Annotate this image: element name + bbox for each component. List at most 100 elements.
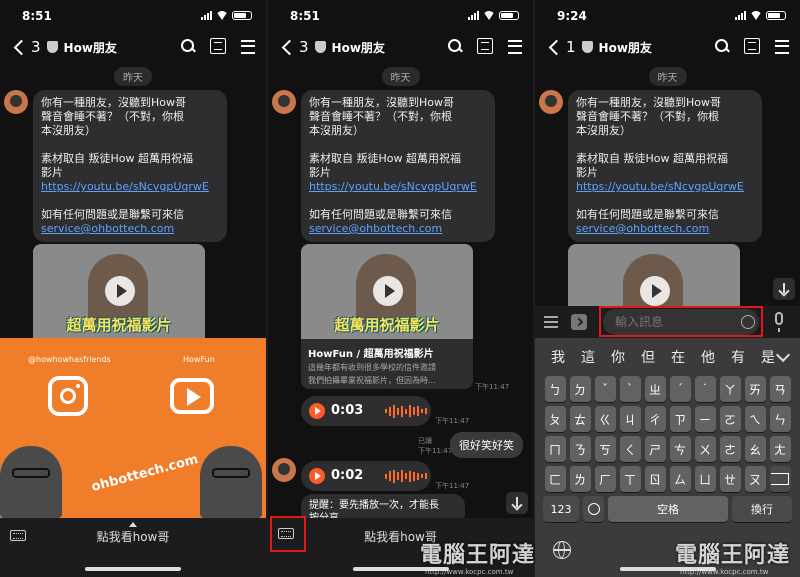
scroll-down-button[interactable] [773,278,795,300]
key[interactable]: ㄣ [769,406,791,432]
scroll-down-button[interactable] [506,492,528,514]
candidate-word[interactable]: 我 [543,347,573,367]
key[interactable]: ㄘ [669,436,691,462]
key[interactable]: ㄋ [569,436,591,462]
back-button[interactable]: 3 How朋友 [12,38,117,56]
key[interactable]: ㄈ [544,466,566,492]
key[interactable]: ㄓ [644,376,666,402]
video-thumbnail[interactable] [568,244,740,306]
message-bubble[interactable]: 你有一種朋友，沒聽到How哥 聲音會睡不著？（不對，你根 本沒朋友） 素材取自 … [568,90,762,242]
my-message-bubble[interactable]: 很好笑好笑 [450,432,523,458]
expand-arrow-icon[interactable] [571,314,587,330]
menu-icon[interactable] [774,38,790,54]
key[interactable]: ㄚ [719,376,741,402]
microphone-icon[interactable] [775,312,783,332]
play-icon[interactable] [309,403,325,419]
email-link[interactable]: service@ohbottech.com [41,222,219,236]
key[interactable]: ㄐ [619,406,641,432]
return-key[interactable]: 換行 [732,496,792,522]
key[interactable]: ㄖ [644,466,666,492]
avatar[interactable] [4,90,28,114]
key[interactable]: ㄏ [594,466,616,492]
candidate-word[interactable]: 但 [633,347,663,367]
delete-key[interactable] [769,466,791,492]
key[interactable]: ㄝ [719,466,741,492]
email-link[interactable]: service@ohbottech.com [309,222,487,236]
key[interactable]: ㄌ [569,466,591,492]
candidate-word[interactable]: 有 [723,347,753,367]
youtube-icon[interactable] [170,378,214,414]
space-key[interactable]: 空格 [608,496,728,522]
key[interactable]: ㄞ [744,376,766,402]
key[interactable]: ㄡ [744,466,766,492]
key[interactable]: ㄍ [594,406,616,432]
youtube-link[interactable]: https://youtu.be/sNcvgpUqrwE [41,180,219,194]
search-icon[interactable] [180,38,196,54]
key[interactable]: ˙ [694,376,716,402]
play-icon[interactable] [373,276,403,306]
video-thumbnail[interactable]: 超萬用祝福影片 [301,244,473,339]
globe-icon[interactable] [553,541,571,559]
key[interactable]: ㄕ [644,436,666,462]
rich-menu-toggle[interactable]: 點我看how哥 [0,522,266,545]
key[interactable]: ㄎ [594,436,616,462]
key[interactable]: ㄅ [544,376,566,402]
key[interactable]: ㄟ [744,406,766,432]
avatar[interactable] [539,90,563,114]
link-preview-card[interactable]: HowFun / 超萬用祝福影片 這幾年都有收到很多學校的信件邀請 我們拍攝畢業… [301,339,473,389]
search-icon[interactable] [447,38,463,54]
instagram-icon[interactable] [48,376,88,416]
key[interactable]: ㄢ [769,376,791,402]
key[interactable]: ㄩ [694,466,716,492]
candidate-word[interactable]: 在 [663,347,693,367]
key[interactable]: ㄊ [569,406,591,432]
key[interactable]: ㄙ [669,466,691,492]
key[interactable]: ˊ [669,376,691,402]
key[interactable]: ㄒ [619,466,641,492]
youtube-link[interactable]: https://youtu.be/sNcvgpUqrwE [576,180,754,194]
youtube-link[interactable]: https://youtu.be/sNcvgpUqrwE [309,180,487,194]
key[interactable]: ㄠ [744,436,766,462]
key[interactable]: ㄑ [619,436,641,462]
avatar[interactable] [272,458,296,482]
key[interactable]: ˋ [619,376,641,402]
notes-icon[interactable] [210,38,226,54]
search-icon[interactable] [714,38,730,54]
back-button[interactable]: 1 How朋友 [547,38,652,56]
menu-icon[interactable] [240,38,256,54]
key[interactable]: ㄔ [644,406,666,432]
notes-icon[interactable] [744,38,760,54]
key[interactable]: ㄗ [669,406,691,432]
back-button[interactable]: 3 How朋友 [280,38,385,56]
rich-menu[interactable]: @howhowhasfriends HowFun ohbottech.com [0,338,266,518]
key[interactable]: ㄨ [694,436,716,462]
audio-message[interactable]: 0:03 [301,396,431,426]
key[interactable]: ㄜ [719,436,741,462]
key[interactable]: ˇ [594,376,616,402]
list-icon[interactable] [544,316,558,328]
play-icon[interactable] [309,468,325,484]
notes-icon[interactable] [477,38,493,54]
video-thumbnail[interactable]: 超萬用祝福影片 [33,244,205,339]
message-bubble[interactable]: 你有一種朋友，沒聽到How哥 聲音會睡不著？（不對，你根 本沒朋友） 素材取自 … [301,90,495,242]
key[interactable]: ㄤ [769,436,791,462]
candidate-word[interactable]: 你 [603,347,633,367]
message-bubble[interactable]: 你有一種朋友，沒聽到How哥 聲音會睡不著？（不對，你根 本沒朋友） 素材取自 … [33,90,227,242]
email-link[interactable]: service@ohbottech.com [576,222,754,236]
key[interactable]: ㄇ [544,436,566,462]
key[interactable]: ㄆ [544,406,566,432]
rich-menu-site[interactable]: ohbottech.com [90,452,200,495]
emoji-key[interactable] [583,496,604,522]
audio-message[interactable]: 0:02 [301,461,431,491]
number-key[interactable]: 123 [543,496,579,522]
candidate-word[interactable]: 他 [693,347,723,367]
avatar[interactable] [272,90,296,114]
key[interactable]: ㄛ [719,406,741,432]
menu-icon[interactable] [507,38,523,54]
key[interactable]: ㄉ [569,376,591,402]
battery-icon [499,11,519,20]
play-icon[interactable] [640,276,670,306]
key[interactable]: ㄧ [694,406,716,432]
candidate-word[interactable]: 這 [573,347,603,367]
play-icon[interactable] [105,276,135,306]
